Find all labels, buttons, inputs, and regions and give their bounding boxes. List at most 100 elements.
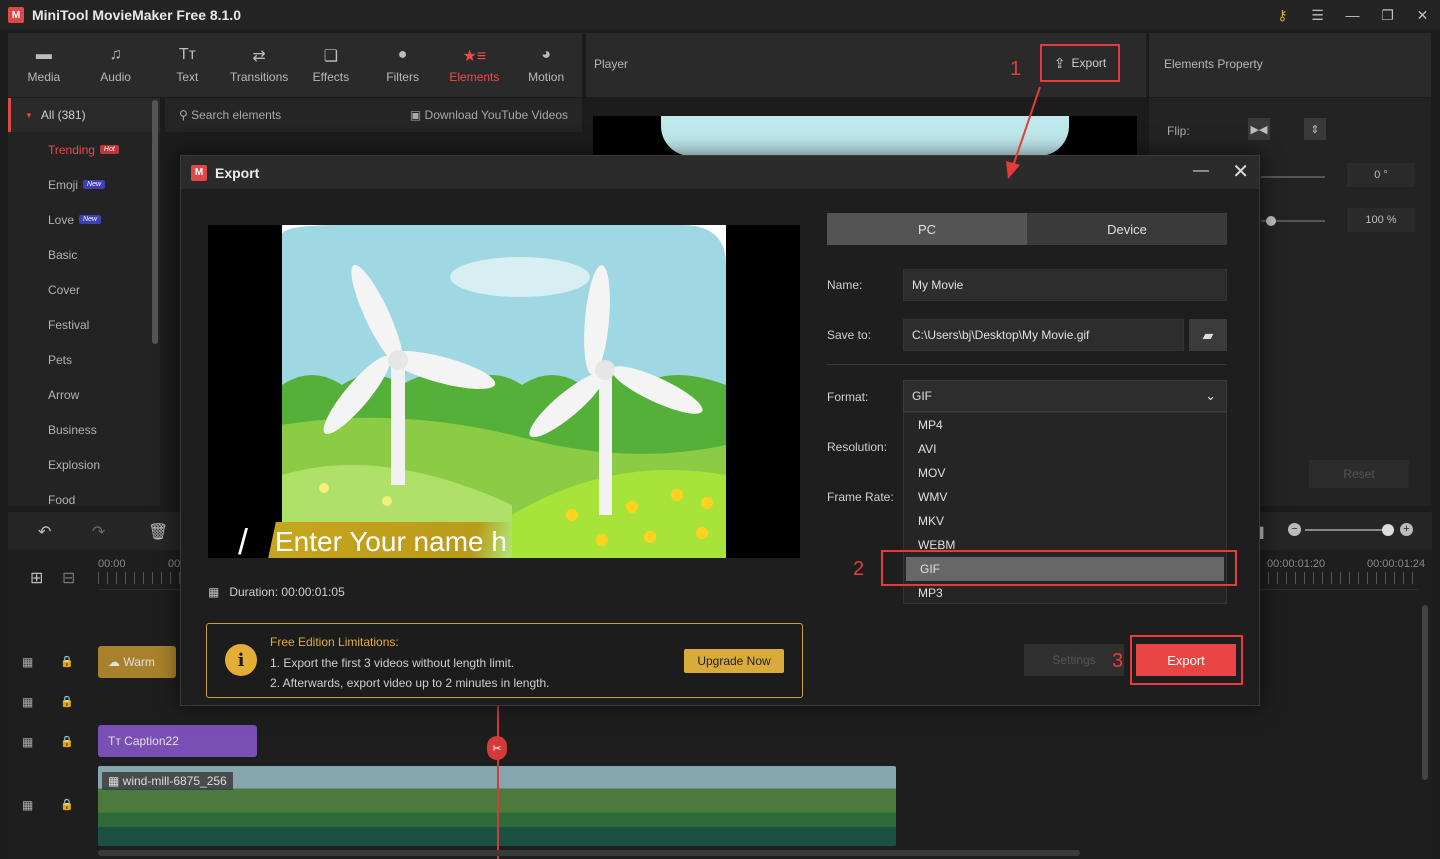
- split-scissors-icon[interactable]: ✂: [487, 736, 507, 760]
- download-youtube-link[interactable]: ▣ Download YouTube Videos: [410, 108, 568, 122]
- preview-scene: [282, 225, 726, 558]
- flip-horizontal-icon[interactable]: ▶◀: [1248, 118, 1270, 140]
- track-lock-icon[interactable]: 🔒: [60, 695, 74, 708]
- step-3-marker: 3: [1112, 650, 1124, 672]
- flip-vertical-icon[interactable]: ⇕: [1304, 118, 1326, 140]
- text-clip-icon: Tт: [108, 734, 121, 748]
- category-basic[interactable]: Basic: [8, 237, 160, 272]
- maximize-icon[interactable]: ❐: [1370, 7, 1405, 24]
- format-option-wmv[interactable]: WMV: [904, 485, 1226, 509]
- category-trending[interactable]: Trending Hot: [8, 132, 160, 167]
- new-badge: New: [79, 215, 102, 224]
- name-label: Name:: [827, 278, 863, 292]
- tool-media[interactable]: ▬ Media: [8, 33, 80, 97]
- timeline-vertical-scrollbar[interactable]: [1422, 605, 1428, 780]
- tool-effects[interactable]: ❏ Effects: [295, 33, 367, 97]
- notice-line-2: 2. Afterwards, export video up to 2 minu…: [270, 676, 550, 690]
- player-preview: [593, 116, 1137, 156]
- rotation-slider[interactable]: [1261, 176, 1325, 178]
- category-scrollbar[interactable]: [152, 100, 158, 344]
- track-lock-icon[interactable]: 🔒: [60, 735, 74, 748]
- caption-clip[interactable]: Tт Caption22: [98, 725, 257, 757]
- undo-icon[interactable]: ↶: [38, 522, 51, 542]
- settings-button[interactable]: Settings: [1024, 644, 1124, 676]
- search-input[interactable]: ⚲ Search elements: [179, 108, 281, 122]
- export-button[interactable]: Export: [1136, 644, 1236, 676]
- folder-icon: ▬: [35, 46, 52, 63]
- motion-icon: ◕: [541, 46, 551, 63]
- filter-clip-warm[interactable]: ☁ Warm: [98, 646, 176, 678]
- zoom-in-icon[interactable]: +: [1400, 523, 1413, 536]
- redo-icon[interactable]: ↷: [92, 522, 105, 542]
- chevron-down-icon: ⌄: [1205, 388, 1216, 403]
- playhead[interactable]: [497, 695, 499, 859]
- track-lock-icon[interactable]: 🔒: [60, 798, 74, 811]
- track-lock-icon[interactable]: 🔒: [60, 655, 74, 668]
- transitions-icon: ⇄: [252, 48, 266, 65]
- tab-pc[interactable]: PC: [827, 213, 1027, 245]
- timeline-horizontal-scrollbar[interactable]: [98, 850, 1080, 856]
- ruler-time-b: 00:00:01:24: [1367, 558, 1426, 570]
- caret-down-icon: ▼: [25, 110, 33, 120]
- name-input[interactable]: My Movie: [903, 269, 1227, 301]
- key-icon[interactable]: ⚷: [1265, 7, 1300, 24]
- minimize-icon[interactable]: —: [1335, 7, 1370, 23]
- tool-text[interactable]: Tт Text: [152, 33, 224, 97]
- category-explosion[interactable]: Explosion: [8, 447, 160, 482]
- category-love[interactable]: Love New: [8, 202, 160, 237]
- category-arrow[interactable]: Arrow: [8, 377, 160, 412]
- tool-elements[interactable]: ★≡ Elements: [439, 33, 511, 97]
- hot-badge: Hot: [99, 145, 119, 154]
- category-all[interactable]: ▼ All (381): [8, 98, 160, 132]
- format-select[interactable]: GIF ⌄: [903, 380, 1227, 412]
- category-business[interactable]: Business: [8, 412, 160, 447]
- zoom-out-icon[interactable]: −: [1288, 523, 1301, 536]
- film-icon: ▦: [208, 585, 220, 599]
- track-film-icon: ▦: [22, 695, 34, 709]
- category-cover[interactable]: Cover: [8, 272, 160, 307]
- category-festival[interactable]: Festival: [8, 307, 160, 342]
- video-clip-icon: ▦: [108, 774, 123, 788]
- format-option-mp4[interactable]: MP4: [904, 413, 1226, 437]
- scale-slider-knob[interactable]: [1266, 216, 1276, 226]
- resolution-label: Resolution:: [827, 440, 888, 454]
- close-icon[interactable]: ✕: [1405, 7, 1440, 24]
- dialog-close-icon[interactable]: ✕: [1232, 159, 1249, 184]
- tool-motion[interactable]: ◕ Motion: [510, 33, 582, 97]
- format-option-mov[interactable]: MOV: [904, 461, 1226, 485]
- rotation-value[interactable]: 0 °: [1347, 163, 1415, 187]
- ruler-time-a: 00:00:01:20: [1267, 558, 1326, 570]
- top-export-button[interactable]: ⇪ Export: [1040, 44, 1120, 82]
- menu-icon[interactable]: ☰: [1300, 7, 1335, 24]
- remove-track-icon[interactable]: ⊟: [62, 568, 75, 588]
- category-emoji[interactable]: Emoji New: [8, 167, 160, 202]
- notice-title: Free Edition Limitations:: [270, 635, 399, 649]
- step-2-marker: 2: [853, 558, 865, 580]
- format-option-webm[interactable]: WEBM: [904, 533, 1226, 557]
- tool-filters[interactable]: ● Filters: [367, 33, 439, 97]
- delete-icon[interactable]: 🗑: [148, 522, 168, 542]
- tab-device[interactable]: Device: [1027, 213, 1227, 245]
- scale-value[interactable]: 100 %: [1347, 208, 1415, 232]
- category-list: ▼ All (381) Trending Hot Emoji New Love New …: [8, 98, 160, 506]
- format-option-gif[interactable]: GIF: [906, 557, 1224, 581]
- add-track-icon[interactable]: ⊞: [30, 568, 43, 588]
- browse-folder-button[interactable]: ▰: [1189, 319, 1227, 351]
- tool-transitions[interactable]: ⇄ Transitions: [223, 33, 295, 97]
- export-preview: / Enter Your name h: [208, 225, 800, 558]
- tool-audio[interactable]: ♫ Audio: [80, 33, 152, 97]
- format-option-mp3[interactable]: MP3: [904, 581, 1226, 605]
- save-to-input[interactable]: C:\Users\bj\Desktop\My Movie.gif: [903, 319, 1184, 351]
- zoom-slider-knob[interactable]: [1382, 524, 1394, 536]
- upgrade-now-button[interactable]: Upgrade Now: [684, 649, 784, 673]
- ruler-time-second: 00: [168, 558, 181, 570]
- category-pets[interactable]: Pets: [8, 342, 160, 377]
- format-option-mkv[interactable]: MKV: [904, 509, 1226, 533]
- format-option-avi[interactable]: AVI: [904, 437, 1226, 461]
- dialog-minimize-icon[interactable]: —: [1193, 162, 1209, 180]
- save-to-label: Save to:: [827, 328, 872, 342]
- player-header: Player ⇪ Export: [586, 33, 1146, 97]
- category-food[interactable]: Food: [8, 482, 160, 507]
- reset-button[interactable]: Reset: [1309, 460, 1409, 488]
- zoom-slider[interactable]: [1305, 529, 1387, 531]
